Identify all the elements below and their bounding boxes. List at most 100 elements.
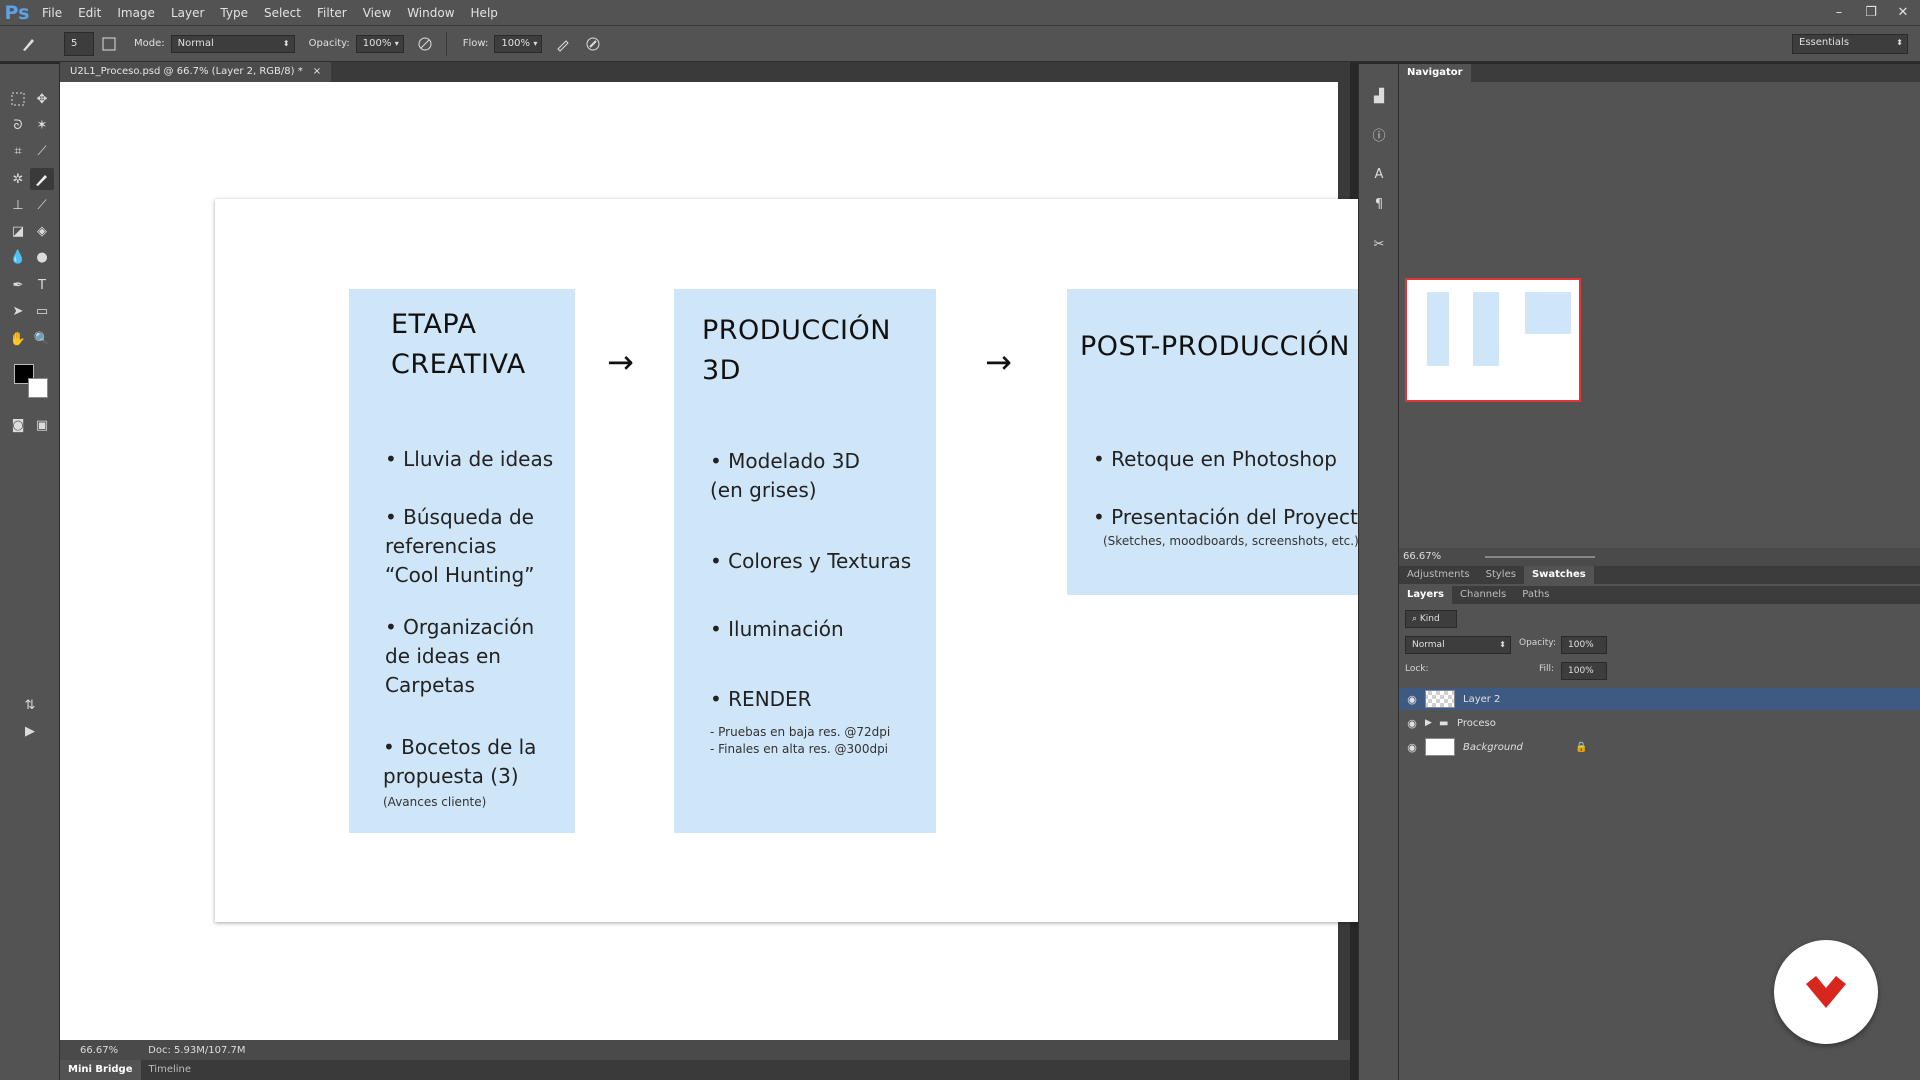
path-selection-tool-icon[interactable]: ➤: [6, 300, 30, 322]
navigator-thumbnail[interactable]: [1405, 278, 1581, 402]
brush-preset-icon[interactable]: [18, 33, 40, 55]
status-bar: 66.67% Doc: 5.93M/107.7M: [60, 1040, 1350, 1060]
col3-note: (Sketches, moodboards, screenshots, etc.…: [1103, 534, 1359, 548]
zoom-tool-icon[interactable]: 🔍: [30, 328, 54, 350]
navigator-zoom-value[interactable]: 66.67%: [1403, 551, 1441, 562]
quick-mask-icon[interactable]: ◙: [6, 414, 30, 436]
chevron-down-icon: ⬍: [1499, 640, 1506, 649]
menu-layer[interactable]: Layer: [163, 0, 212, 26]
layer-row-layer-2[interactable]: ◉ Layer 2: [1399, 688, 1920, 710]
close-window-button[interactable]: ✕: [1892, 4, 1914, 22]
window-controls: – ❐ ✕: [1828, 0, 1914, 26]
slide-artboard: ETAPA CREATIVA • Lluvia de ideas • Búsqu…: [215, 199, 1497, 922]
fill-value: 100%: [1568, 666, 1594, 676]
magic-wand-tool-icon[interactable]: ✶: [30, 114, 54, 136]
tab-adjustments[interactable]: Adjustments: [1399, 566, 1478, 584]
crop-tool-icon[interactable]: ⌗: [6, 140, 30, 162]
col2-bullet: • Iluminación: [710, 617, 844, 641]
col2-note: - Pruebas en baja res. @72dpi: [710, 725, 891, 739]
layer-thumbnail: [1425, 690, 1455, 708]
layer-row-proceso[interactable]: ◉ ▶ ▬ Proceso: [1399, 712, 1920, 734]
info-icon[interactable]: ⓘ: [1369, 124, 1389, 144]
rectangle-tool-icon[interactable]: ▭: [30, 300, 54, 322]
eye-icon[interactable]: ◉: [1399, 693, 1425, 706]
menu-select[interactable]: Select: [256, 0, 309, 26]
chevron-down-icon: ⬍: [282, 38, 290, 48]
brush-panel-toggle-icon[interactable]: [98, 33, 120, 55]
domestika-logo: [1774, 940, 1878, 1044]
menu-window[interactable]: Window: [399, 0, 462, 26]
tab-paths[interactable]: Paths: [1514, 586, 1557, 604]
menu-help[interactable]: Help: [463, 0, 506, 26]
col1-bullet: referencias: [385, 534, 497, 558]
play-icon[interactable]: ▶: [18, 720, 42, 742]
actions-panel-icon[interactable]: ⇅: [18, 694, 42, 716]
history-brush-tool-icon[interactable]: ⟋: [30, 194, 54, 216]
tab-timeline[interactable]: Timeline: [141, 1060, 200, 1080]
brush-size-picker[interactable]: 5: [64, 31, 94, 56]
zoom-slider[interactable]: [1485, 556, 1595, 558]
healing-brush-tool-icon[interactable]: ✲: [6, 168, 30, 190]
opacity-input[interactable]: 100% ▾: [355, 34, 404, 53]
eraser-tool-icon[interactable]: ◪: [6, 220, 30, 242]
marquee-tool-icon[interactable]: [6, 88, 30, 110]
background-color-swatch[interactable]: [28, 378, 48, 398]
histogram-icon[interactable]: ▟: [1369, 86, 1389, 106]
tool-presets-icon[interactable]: ✂: [1369, 234, 1389, 254]
airbrush-icon[interactable]: [552, 33, 574, 55]
layer-opacity-value: 100%: [1568, 640, 1594, 650]
fill-input[interactable]: 100%: [1561, 662, 1607, 680]
character-icon[interactable]: A: [1369, 164, 1389, 184]
doc-size[interactable]: Doc: 5.93M/107.7M: [148, 1045, 245, 1056]
minimize-button[interactable]: –: [1828, 4, 1850, 22]
workspace-select[interactable]: Essentials ⬍: [1792, 33, 1908, 54]
menu-edit[interactable]: Edit: [70, 0, 109, 26]
eye-icon[interactable]: ◉: [1399, 717, 1425, 730]
tab-channels[interactable]: Channels: [1452, 586, 1514, 604]
eyedropper-tool-icon[interactable]: ⟋: [30, 140, 54, 162]
arrow-right-icon: →: [607, 343, 634, 381]
pressure-size-icon[interactable]: [582, 33, 604, 55]
mode-select[interactable]: Normal ⬍: [170, 34, 295, 53]
col2-bullet: (en grises): [710, 478, 817, 502]
menu-file[interactable]: File: [34, 0, 70, 26]
close-tab-icon[interactable]: ×: [313, 62, 321, 82]
lasso-tool-icon[interactable]: ᘐ: [6, 114, 30, 136]
screen-mode-icon[interactable]: ▣: [30, 414, 54, 436]
col1-bullet: de ideas en: [385, 644, 501, 668]
layer-row-background[interactable]: ◉ Background 🔒: [1399, 736, 1920, 758]
lock-icon: 🔒: [1575, 741, 1588, 753]
menu-filter[interactable]: Filter: [309, 0, 355, 26]
flow-input[interactable]: 100% ▾: [494, 34, 543, 53]
blur-tool-icon[interactable]: 💧: [6, 246, 30, 268]
eye-icon[interactable]: ◉: [1399, 741, 1425, 754]
layer-opacity-input[interactable]: 100%: [1561, 636, 1607, 654]
thumb-block: [1525, 292, 1571, 334]
menu-view[interactable]: View: [355, 0, 399, 26]
blend-mode-select[interactable]: Normal ⬍: [1405, 636, 1511, 654]
clone-stamp-tool-icon[interactable]: ⊥: [6, 194, 30, 216]
tab-layers[interactable]: Layers: [1399, 586, 1452, 604]
menu-type[interactable]: Type: [212, 0, 256, 26]
document-tab[interactable]: U2L1_Proceso.psd @ 66.7% (Layer 2, RGB/8…: [60, 62, 332, 82]
paragraph-icon[interactable]: ¶: [1369, 194, 1389, 214]
tab-swatches[interactable]: Swatches: [1523, 566, 1594, 584]
move-tool-icon[interactable]: ✥: [30, 88, 54, 110]
menu-image[interactable]: Image: [109, 0, 163, 26]
zoom-level[interactable]: 66.67%: [80, 1045, 118, 1056]
pressure-opacity-icon[interactable]: [414, 33, 436, 55]
dodge-tool-icon[interactable]: ●: [30, 246, 54, 268]
expand-arrow-icon[interactable]: ▶: [1425, 718, 1439, 728]
type-tool-icon[interactable]: T: [30, 274, 54, 296]
brush-tool-icon[interactable]: [30, 168, 54, 190]
tab-navigator[interactable]: Navigator: [1399, 64, 1471, 82]
restore-button[interactable]: ❐: [1860, 4, 1882, 22]
tab-styles[interactable]: Styles: [1478, 566, 1524, 584]
tab-mini-bridge[interactable]: Mini Bridge: [60, 1060, 141, 1080]
layer-name: Layer 2: [1463, 693, 1501, 705]
layer-filter-select[interactable]: ⌕ Kind: [1405, 610, 1457, 628]
paint-bucket-tool-icon[interactable]: ◈: [30, 220, 54, 242]
hand-tool-icon[interactable]: ✋: [6, 328, 30, 350]
layer-thumbnail: [1425, 738, 1455, 756]
pen-tool-icon[interactable]: ✒: [6, 274, 30, 296]
